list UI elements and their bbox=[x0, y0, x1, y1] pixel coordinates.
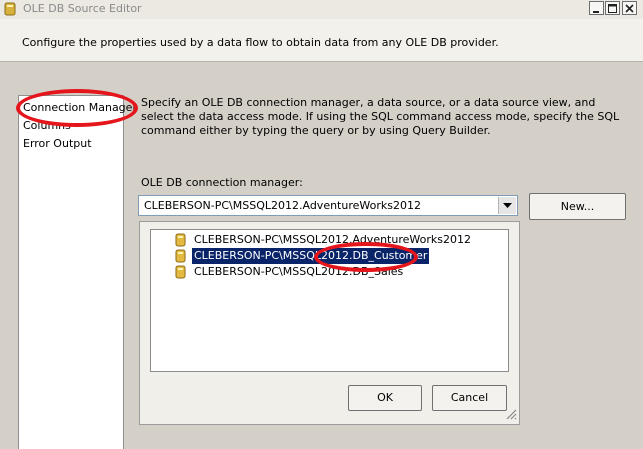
list-item-label: CLEBERSON-PC\MSSQL2012.DB_Customer bbox=[192, 248, 430, 264]
database-icon bbox=[175, 233, 186, 247]
new-connection-button[interactable]: New... bbox=[529, 193, 626, 220]
header-description: Configure the properties used by a data … bbox=[22, 36, 499, 49]
chevron-down-icon bbox=[503, 203, 512, 208]
close-button[interactable] bbox=[622, 1, 637, 15]
minimize-icon bbox=[593, 11, 599, 13]
nav-item-error-output[interactable]: Error Output bbox=[23, 136, 92, 152]
window-title: OLE DB Source Editor bbox=[23, 2, 142, 15]
ok-button[interactable]: OK bbox=[348, 385, 422, 411]
database-icon bbox=[175, 265, 186, 279]
app-icon bbox=[4, 2, 16, 16]
title-bar: OLE DB Source Editor bbox=[0, 0, 643, 20]
nav-pane: Connection Manager Columns Error Output bbox=[18, 95, 137, 449]
maximize-icon bbox=[608, 4, 617, 13]
cancel-button[interactable]: Cancel bbox=[432, 385, 507, 411]
header-panel: Configure the properties used by a data … bbox=[0, 19, 643, 62]
combo-dropdown-button[interactable] bbox=[498, 197, 516, 214]
nav-item-connection-manager[interactable]: Connection Manager bbox=[23, 100, 137, 116]
connection-manager-combo[interactable]: CLEBERSON-PC\MSSQL2012.AdventureWorks201… bbox=[138, 195, 518, 216]
list-item-label: CLEBERSON-PC\MSSQL2012.DB_Sales bbox=[194, 265, 404, 278]
nav-item-columns[interactable]: Columns bbox=[23, 118, 71, 134]
connection-manager-label: OLE DB connection manager: bbox=[141, 176, 303, 189]
resize-grip-icon[interactable] bbox=[505, 408, 517, 420]
minimize-button[interactable] bbox=[589, 1, 604, 15]
instructions-text: Specify an OLE DB connection manager, a … bbox=[141, 96, 620, 137]
close-icon bbox=[625, 4, 634, 13]
database-icon bbox=[175, 249, 186, 263]
maximize-button[interactable] bbox=[605, 1, 620, 15]
list-item-label: CLEBERSON-PC\MSSQL2012.AdventureWorks201… bbox=[194, 233, 471, 246]
connection-list[interactable]: CLEBERSON-PC\MSSQL2012.AdventureWorks201… bbox=[150, 229, 509, 372]
connection-manager-value: CLEBERSON-PC\MSSQL2012.AdventureWorks201… bbox=[144, 199, 421, 212]
